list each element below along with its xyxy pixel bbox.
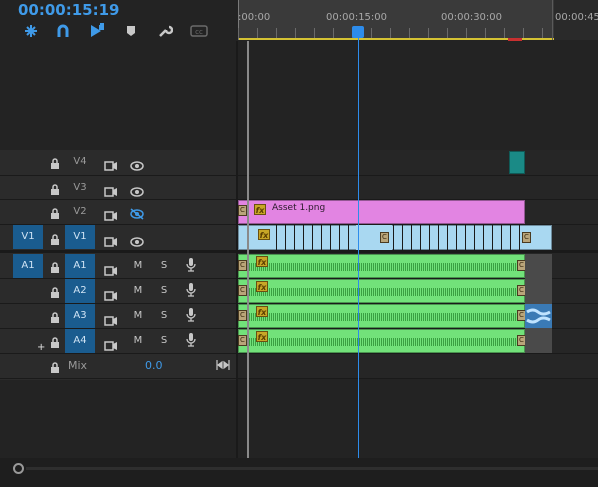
playhead-line[interactable]	[358, 38, 359, 461]
mix-label: Mix	[68, 359, 88, 372]
clip-v4[interactable]	[509, 151, 525, 174]
solo-button-a1[interactable]: S	[158, 258, 170, 274]
track-header-a3: A3 M S	[0, 304, 236, 329]
track-header-mix: Mix 0.0	[0, 354, 236, 379]
clip-a4[interactable]	[238, 329, 526, 353]
ruler-label-15: 00:00:15:00	[326, 12, 388, 23]
clip-a3[interactable]	[238, 304, 526, 328]
fx-badge: fx	[258, 229, 270, 240]
source-patch-a1[interactable]: A1	[13, 254, 43, 278]
captions-icon[interactable]: cc	[188, 20, 210, 42]
track-name-v4[interactable]: V4	[65, 150, 95, 174]
track-target-a3[interactable]: A3	[65, 304, 95, 328]
solo-button-a4[interactable]: S	[158, 333, 170, 349]
track-name-v2[interactable]: V2	[65, 200, 95, 224]
timeline-row-sep	[238, 175, 598, 176]
track-header-v4: V4	[0, 150, 236, 175]
fx-badge: fx	[256, 256, 268, 267]
fx-badge: fx	[256, 281, 268, 292]
lock-icon[interactable]	[50, 231, 60, 250]
source-patch-v1[interactable]: V1	[13, 225, 43, 249]
mix-volume-value[interactable]: 0.0	[145, 359, 163, 372]
zoom-scroll-handle[interactable]	[13, 463, 24, 474]
track-name-v3[interactable]: V3	[65, 176, 95, 200]
clip-a2[interactable]	[238, 279, 526, 303]
clip-a3-tail[interactable]	[525, 304, 552, 328]
linked-selection-icon[interactable]	[52, 20, 74, 42]
eye-icon[interactable]	[130, 156, 144, 175]
microphone-icon[interactable]	[186, 257, 196, 277]
clip-handle-badge: C	[238, 260, 247, 271]
clip-v1-edit-points	[276, 225, 522, 250]
add-marker-icon[interactable]	[86, 20, 108, 42]
track-header-v2: V2	[0, 200, 236, 225]
lock-icon[interactable]	[50, 359, 60, 378]
sync-lock-icon[interactable]	[104, 156, 118, 175]
track-target-a1[interactable]: A1	[65, 254, 95, 278]
lock-icon[interactable]	[50, 309, 60, 328]
ruler-label-30: 00:00:30:00	[441, 12, 503, 23]
clip-handle-badge: C	[238, 205, 247, 216]
playhead-handle[interactable]	[352, 26, 364, 38]
fx-badge: fx	[254, 204, 266, 215]
wrench-icon[interactable]	[154, 20, 176, 42]
track-header-a4: + A4 M S	[0, 329, 236, 354]
add-track-cursor-icon: +	[37, 342, 46, 353]
lock-icon[interactable]	[50, 205, 60, 224]
timeline-row-sep	[238, 378, 598, 379]
track-header-a1: A1 A1 M S	[0, 254, 236, 279]
in-point-line	[247, 41, 249, 461]
microphone-icon[interactable]	[186, 282, 196, 302]
marker-icon[interactable]	[120, 20, 142, 42]
lock-icon[interactable]	[50, 259, 60, 278]
clip-handle-badge: C	[238, 335, 247, 346]
clip-v2-name: Asset 1.png	[272, 203, 326, 213]
track-header-a2: A2 M S	[0, 279, 236, 304]
clip-handle-badge: C	[522, 232, 531, 243]
track-target-a2[interactable]: A2	[65, 279, 95, 303]
horizontal-scrollbar[interactable]	[26, 467, 598, 470]
solo-button-a2[interactable]: S	[158, 283, 170, 299]
microphone-icon[interactable]	[186, 332, 196, 352]
lock-icon[interactable]	[50, 181, 60, 200]
sync-lock-icon[interactable]	[104, 206, 118, 225]
fx-badge: fx	[256, 331, 268, 342]
mute-button-a4[interactable]: M	[132, 333, 144, 349]
ruler-label-45: 00:00:45	[555, 12, 598, 23]
track-header-v3: V3	[0, 176, 236, 201]
lock-icon[interactable]	[50, 334, 60, 353]
go-to-in-out-icon[interactable]	[216, 356, 230, 375]
timecode-display[interactable]: 00:00:15:19	[18, 0, 120, 20]
track-header-v1: V1 V1	[0, 225, 236, 250]
clip-handle-badge: C	[380, 232, 389, 243]
mute-button-a3[interactable]: M	[132, 308, 144, 324]
lock-icon[interactable]	[50, 284, 60, 303]
svg-text:cc: cc	[195, 28, 203, 36]
clip-handle-badge: C	[238, 310, 247, 321]
mute-button-a1[interactable]: M	[132, 258, 144, 274]
eye-hidden-icon[interactable]	[130, 205, 144, 224]
clip-handle-badge: C	[238, 285, 247, 296]
sync-lock-icon[interactable]	[104, 232, 118, 251]
clip-a1[interactable]	[238, 254, 526, 278]
mute-button-a2[interactable]: M	[132, 283, 144, 299]
ruler-label-0: :00:00	[238, 12, 271, 23]
track-target-v1[interactable]: V1	[65, 225, 95, 249]
ruler-minor-ticks	[238, 28, 554, 38]
lock-icon[interactable]	[50, 155, 60, 174]
track-target-a4[interactable]: A4	[65, 329, 95, 353]
solo-button-a3[interactable]: S	[158, 308, 170, 324]
microphone-icon[interactable]	[186, 307, 196, 327]
eye-icon[interactable]	[130, 232, 144, 251]
fx-badge: fx	[256, 306, 268, 317]
render-bar-red	[508, 38, 522, 41]
snap-icon[interactable]	[20, 20, 42, 42]
timeline-scrollbar-area	[0, 458, 598, 487]
timeline-row-sep	[238, 250, 598, 253]
